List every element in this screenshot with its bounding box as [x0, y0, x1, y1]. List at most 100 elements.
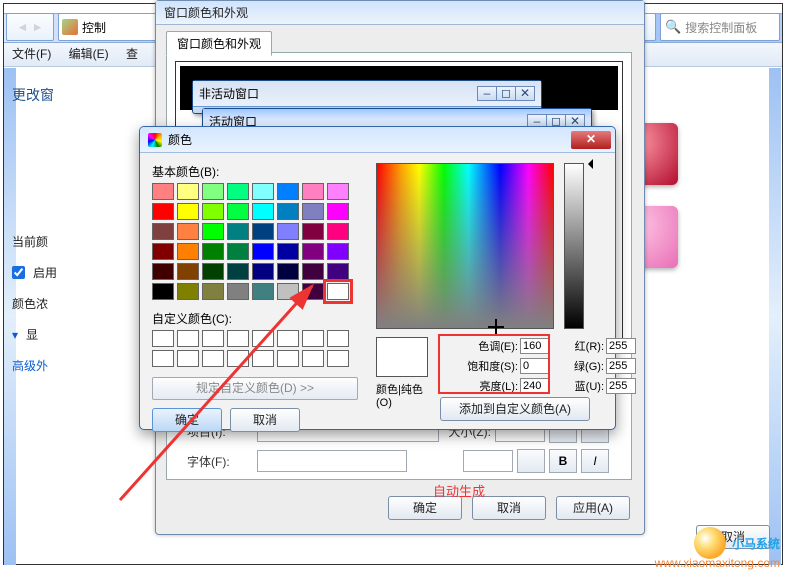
- define-custom-button[interactable]: 规定自定义颜色(D) >>: [152, 377, 358, 400]
- basic-swatch[interactable]: [202, 243, 224, 260]
- custom-swatch[interactable]: [277, 350, 299, 367]
- basic-swatch[interactable]: [177, 263, 199, 280]
- italic-button[interactable]: I: [581, 449, 609, 473]
- basic-swatch[interactable]: [227, 283, 249, 300]
- basic-swatch[interactable]: [302, 203, 324, 220]
- apply-button[interactable]: 应用(A): [556, 496, 630, 520]
- green-input[interactable]: 255: [606, 358, 636, 374]
- font-color-button[interactable]: [517, 449, 545, 473]
- custom-swatch[interactable]: [152, 330, 174, 347]
- basic-swatch[interactable]: [152, 283, 174, 300]
- font-label: 字体(F):: [187, 453, 257, 470]
- basic-swatch[interactable]: [302, 243, 324, 260]
- logo-icon: [694, 527, 726, 559]
- basic-swatch[interactable]: [227, 183, 249, 200]
- nav-back-forward[interactable]: ◄ ►: [6, 13, 54, 41]
- custom-swatch[interactable]: [327, 330, 349, 347]
- menu-file[interactable]: 文件(F): [12, 47, 51, 61]
- basic-swatch[interactable]: [152, 263, 174, 280]
- bold-button[interactable]: B: [549, 449, 577, 473]
- basic-swatch[interactable]: [177, 183, 199, 200]
- close-button[interactable]: ✕: [571, 131, 611, 149]
- basic-swatch[interactable]: [152, 183, 174, 200]
- hue-sat-field[interactable]: [376, 163, 554, 329]
- cp-cancel-button[interactable]: 取消: [230, 408, 300, 432]
- basic-swatch[interactable]: [202, 263, 224, 280]
- basic-swatch[interactable]: [327, 263, 349, 280]
- font-size-input[interactable]: [463, 450, 513, 472]
- font-select[interactable]: [257, 450, 407, 472]
- min-icon: –: [477, 86, 497, 101]
- menu-view[interactable]: 查: [126, 47, 138, 61]
- custom-swatch[interactable]: [302, 330, 324, 347]
- basic-swatch[interactable]: [202, 183, 224, 200]
- basic-swatch[interactable]: [152, 243, 174, 260]
- red-input[interactable]: 255: [606, 338, 636, 354]
- basic-swatch[interactable]: [302, 263, 324, 280]
- basic-swatch[interactable]: [252, 203, 274, 220]
- inactive-title: 非活动窗口: [199, 85, 259, 102]
- custom-swatch[interactable]: [327, 350, 349, 367]
- basic-swatch[interactable]: [277, 283, 299, 300]
- basic-label: 基本颜色(B):: [152, 163, 364, 180]
- basic-swatch[interactable]: [227, 223, 249, 240]
- basic-swatch[interactable]: [277, 183, 299, 200]
- basic-swatch[interactable]: [152, 223, 174, 240]
- custom-swatch[interactable]: [202, 330, 224, 347]
- basic-swatch[interactable]: [277, 243, 299, 260]
- basic-swatch[interactable]: [327, 283, 349, 300]
- basic-swatch[interactable]: [202, 223, 224, 240]
- basic-swatch[interactable]: [202, 203, 224, 220]
- custom-swatch[interactable]: [152, 350, 174, 367]
- basic-swatch[interactable]: [227, 243, 249, 260]
- color-titlebar[interactable]: 颜色 ✕: [140, 127, 615, 153]
- basic-swatch[interactable]: [252, 243, 274, 260]
- menu-edit[interactable]: 编辑(E): [69, 47, 109, 61]
- basic-swatch[interactable]: [252, 183, 274, 200]
- basic-swatch[interactable]: [177, 243, 199, 260]
- basic-swatch[interactable]: [252, 263, 274, 280]
- basic-swatch[interactable]: [152, 203, 174, 220]
- basic-swatch[interactable]: [327, 203, 349, 220]
- custom-color-grid: [152, 330, 364, 367]
- basic-swatch[interactable]: [277, 203, 299, 220]
- cancel-button[interactable]: 取消: [472, 496, 546, 520]
- custom-swatch[interactable]: [252, 350, 274, 367]
- custom-swatch[interactable]: [227, 350, 249, 367]
- basic-swatch[interactable]: [327, 183, 349, 200]
- appearance-tab[interactable]: 窗口颜色和外观: [166, 31, 272, 56]
- custom-swatch[interactable]: [277, 330, 299, 347]
- basic-swatch[interactable]: [302, 223, 324, 240]
- enable-checkbox[interactable]: [12, 266, 25, 279]
- blue-input[interactable]: 255: [606, 378, 636, 394]
- basic-swatch[interactable]: [302, 183, 324, 200]
- custom-swatch[interactable]: [227, 330, 249, 347]
- basic-swatch[interactable]: [277, 263, 299, 280]
- sat-label: 饱和度(S):: [440, 358, 520, 374]
- basic-swatch[interactable]: [302, 283, 324, 300]
- red-label: 红(R):: [526, 338, 606, 354]
- basic-swatch[interactable]: [202, 283, 224, 300]
- basic-swatch[interactable]: [327, 223, 349, 240]
- custom-swatch[interactable]: [177, 330, 199, 347]
- cp-ok-button[interactable]: 确定: [152, 408, 222, 432]
- advanced-link[interactable]: 高级外: [12, 357, 140, 374]
- custom-swatch[interactable]: [302, 350, 324, 367]
- add-custom-button[interactable]: 添加到自定义颜色(A): [440, 397, 590, 421]
- basic-swatch[interactable]: [277, 223, 299, 240]
- basic-swatch[interactable]: [252, 223, 274, 240]
- luminance-bar[interactable]: [564, 163, 584, 329]
- basic-swatch[interactable]: [227, 263, 249, 280]
- basic-swatch[interactable]: [252, 283, 274, 300]
- search-input[interactable]: 🔍 搜索控制面板: [660, 13, 780, 41]
- custom-swatch[interactable]: [177, 350, 199, 367]
- basic-swatch[interactable]: [177, 283, 199, 300]
- search-placeholder: 搜索控制面板: [685, 19, 757, 36]
- basic-swatch[interactable]: [177, 203, 199, 220]
- basic-swatch[interactable]: [327, 243, 349, 260]
- custom-swatch[interactable]: [252, 330, 274, 347]
- ok-button[interactable]: 确定: [388, 496, 462, 520]
- basic-swatch[interactable]: [177, 223, 199, 240]
- custom-swatch[interactable]: [202, 350, 224, 367]
- basic-swatch[interactable]: [227, 203, 249, 220]
